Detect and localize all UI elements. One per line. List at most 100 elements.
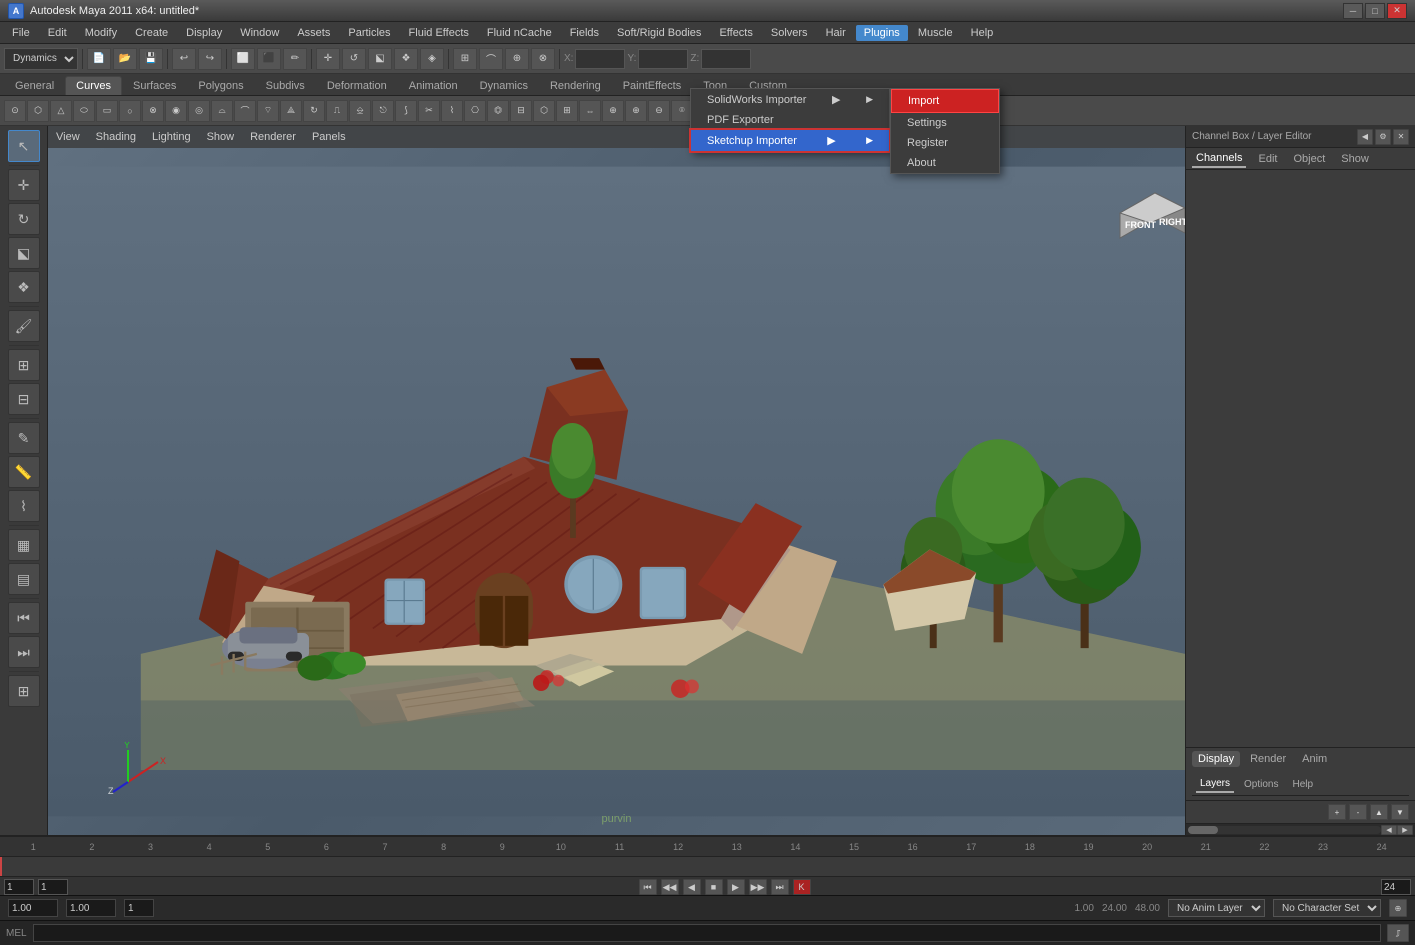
layer-new-btn[interactable]: + (1328, 804, 1346, 820)
universal-manip-btn[interactable]: ❖ (394, 48, 418, 70)
paint-select-btn[interactable]: ✏ (283, 48, 307, 70)
menu-fluid-ncache[interactable]: Fluid nCache (479, 25, 560, 41)
stop-btn[interactable]: ■ (705, 879, 723, 895)
object-tab[interactable]: Object (1289, 151, 1329, 167)
step-back-btn[interactable]: ◀◀ (661, 879, 679, 895)
scale-btn[interactable]: ⬕ (368, 48, 392, 70)
bevel-btn[interactable]: ⎒ (349, 100, 371, 122)
plane-btn[interactable]: ▭ (96, 100, 118, 122)
nurbscyl-btn[interactable]: ◎ (188, 100, 210, 122)
save-scene-btn[interactable]: 💾 (139, 48, 163, 70)
x-input[interactable] (575, 49, 625, 69)
char-set-btn[interactable]: ⊕ (1389, 899, 1407, 917)
menu-hair[interactable]: Hair (818, 25, 854, 41)
import-item[interactable]: Import (891, 89, 999, 113)
vp-menu-view[interactable]: View (56, 131, 80, 143)
soft-mod-btn[interactable]: ◈ (420, 48, 444, 70)
tab-polygons[interactable]: Polygons (187, 76, 254, 95)
anim-layer-select[interactable]: No Anim Layer (1168, 899, 1265, 917)
sphere-btn[interactable]: ○ (119, 100, 141, 122)
cvcrv-btn[interactable]: ⌓ (211, 100, 233, 122)
menu-effects[interactable]: Effects (711, 25, 760, 41)
display-tab[interactable]: Display (1192, 751, 1240, 767)
status-val1[interactable] (8, 899, 58, 917)
go-start-btn[interactable]: ⏮ (639, 879, 657, 895)
frame-label-input[interactable] (124, 899, 154, 917)
solidworks-importer-item[interactable]: SolidWorks Importer ▶ (691, 89, 889, 110)
snap-view-btn[interactable]: ⊗ (531, 48, 555, 70)
step-fwd-btn[interactable]: ▶▶ (749, 879, 767, 895)
menu-solvers[interactable]: Solvers (763, 25, 816, 41)
loft-btn[interactable]: ⎍ (326, 100, 348, 122)
menu-file[interactable]: File (4, 25, 38, 41)
select-btn[interactable]: ⬜ (231, 48, 255, 70)
play-back-btn[interactable]: ◀ (683, 879, 701, 895)
sketchup-importer-item[interactable]: Sketchup Importer ▶ (691, 130, 889, 151)
menu-fluid-effects[interactable]: Fluid Effects (401, 25, 477, 41)
combine-btn[interactable]: ⊕ (625, 100, 647, 122)
status-val2[interactable] (66, 899, 116, 917)
start-frame-input[interactable] (4, 879, 34, 895)
scroll-left-btn[interactable]: ◀ (1381, 825, 1397, 835)
register-item[interactable]: Register (891, 133, 999, 153)
tab-curves[interactable]: Curves (65, 76, 122, 95)
annotate-btn[interactable]: ✎ (8, 422, 40, 454)
next-key-btn[interactable]: ⏭ (8, 636, 40, 668)
snap-point-btn[interactable]: ⊕ (505, 48, 529, 70)
menu-create[interactable]: Create (127, 25, 176, 41)
poly-btn[interactable]: ⬡ (533, 100, 555, 122)
select-mode-btn[interactable]: ↖ (8, 130, 40, 162)
menu-plugins[interactable]: Plugins (856, 25, 908, 41)
mel-input[interactable] (33, 924, 1381, 942)
menu-fields[interactable]: Fields (562, 25, 607, 41)
snap-grid-btn[interactable]: ⊞ (453, 48, 477, 70)
boolean-btn[interactable]: ⊕ (602, 100, 624, 122)
show-manip-btn[interactable]: ⊞ (8, 349, 40, 381)
cube-btn[interactable]: ⬡ (27, 100, 49, 122)
char-set-select[interactable]: No Character Set (1273, 899, 1381, 917)
mirror-btn[interactable]: ⇔ (579, 100, 601, 122)
cyl-btn[interactable]: ⬭ (73, 100, 95, 122)
close-button[interactable]: ✕ (1387, 3, 1407, 19)
detach-btn[interactable]: ⟆ (395, 100, 417, 122)
ipr-region-btn[interactable]: ▤ (8, 563, 40, 595)
prev-key-btn[interactable]: ⏮ (8, 602, 40, 634)
transform-tool-btn[interactable]: ❖ (8, 271, 40, 303)
extrude-btn[interactable]: ⟁ (280, 100, 302, 122)
epcrv-btn[interactable]: ⌒ (234, 100, 256, 122)
scrollbar-thumb[interactable] (1188, 826, 1218, 834)
menu-soft-rigid[interactable]: Soft/Rigid Bodies (609, 25, 709, 41)
snap-to-grid-btn[interactable]: ⊞ (8, 675, 40, 707)
edit-tab[interactable]: Edit (1254, 151, 1281, 167)
layer-delete-btn[interactable]: - (1349, 804, 1367, 820)
options-tab[interactable]: Options (1240, 777, 1282, 792)
snap-curve-btn[interactable]: ⌒ (479, 48, 503, 70)
arc-btn[interactable]: ⌔ (257, 100, 279, 122)
menu-assets[interactable]: Assets (289, 25, 338, 41)
measure-btn[interactable]: 📏 (8, 456, 40, 488)
help-tab[interactable]: Help (1288, 777, 1317, 792)
lasso-btn[interactable]: ⬛ (257, 48, 281, 70)
menu-window[interactable]: Window (232, 25, 287, 41)
end-frame-input[interactable] (1381, 879, 1411, 895)
auto-key-btn[interactable]: K (793, 879, 811, 895)
y-input[interactable] (638, 49, 688, 69)
menu-muscle[interactable]: Muscle (910, 25, 961, 41)
redo-btn[interactable]: ↪ (198, 48, 222, 70)
tab-surfaces[interactable]: Surfaces (122, 76, 187, 95)
anim-tab[interactable]: Anim (1296, 751, 1333, 767)
tab-deformation[interactable]: Deformation (316, 76, 398, 95)
nurbs-btn[interactable]: ◉ (165, 100, 187, 122)
go-end-btn[interactable]: ⏭ (771, 879, 789, 895)
script-btn[interactable]: ⎎ (1387, 924, 1409, 942)
open-scene-btn[interactable]: 📂 (113, 48, 137, 70)
panel-btn-2[interactable]: ⚙ (1375, 129, 1391, 145)
viewport[interactable]: View Shading Lighting Show Renderer Pane… (48, 126, 1185, 835)
vp-menu-panels[interactable]: Panels (312, 131, 346, 143)
persp-btn[interactable]: ⊙ (4, 100, 26, 122)
render-tab[interactable]: Render (1244, 751, 1292, 767)
rotate-btn[interactable]: ↺ (342, 48, 366, 70)
tab-subdivs[interactable]: Subdivs (255, 76, 316, 95)
timeline-cursor[interactable] (0, 857, 2, 876)
motion-path-btn[interactable]: ⌇ (8, 490, 40, 522)
